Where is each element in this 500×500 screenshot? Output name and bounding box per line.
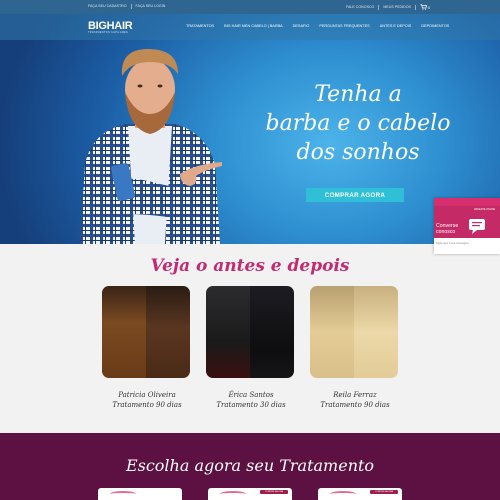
testimonial-caption: Patricia Oliveira Tratamento 90 dias [102,390,192,410]
chat-label-line: conosco [436,228,456,235]
buy-tag[interactable]: COMPRE AGORA [260,490,288,494]
after-photo [354,286,398,378]
cart-icon [420,4,427,10]
hero-title-line: Tenha a [314,82,402,107]
main-nav: BIGHAIR TRATAMENTOS CAPILARES TRATAMENTO… [0,14,500,40]
divider [378,4,380,10]
before-photo [310,286,354,378]
buy-tag[interactable]: COMPRE AGORA [370,490,398,494]
treatment-duration: Tratamento 90 dias [320,401,390,409]
testimonial-card: Patricia Oliveira Tratamento 90 dias [102,286,192,410]
after-photo [250,286,294,378]
before-photo [206,286,250,378]
before-after-title: Veja o antes e depois [150,256,350,276]
treatments-title: Escolha agora seu Tratamento [125,456,375,475]
treatment-card[interactable]: COMPRE AGORA [318,488,402,500]
chat-status: ARGENTE ONLINE [474,208,496,211]
testimonial-card: Érica Santos Tratamento 30 dias [206,286,296,410]
testimonial-card: Reila Ferraz Tratamento 90 dias [310,286,400,410]
testimonial-caption: Reila Ferraz Tratamento 90 dias [310,390,400,410]
divider [414,4,416,10]
nav-item-faq[interactable]: PERGUNTAS FREQUENTES [319,24,369,28]
nav-item-treatments[interactable]: TRATAMENTOS [186,24,214,28]
before-after-photo [310,286,398,378]
treatment-card[interactable] [98,488,182,500]
chat-header [434,198,500,206]
cart-count: 0 [427,4,431,10]
before-after-photo [206,286,294,378]
customer-name: Patricia Oliveira [118,391,176,399]
nav-item-testimonials[interactable]: DEPOIMENTOS [421,24,449,28]
testimonial-caption: Érica Santos Tratamento 30 dias [206,390,296,410]
before-after-photo [102,286,190,378]
treatment-card[interactable]: COMPRE AGORA [208,488,292,500]
chat-body: ARGENTE ONLINE Converse conosco [434,206,500,238]
logo-tagline: TRATAMENTOS CAPILARES [88,31,129,34]
nav-item-challenge[interactable]: DESAFIO [293,24,310,28]
chat-bubble-icon [469,219,485,234]
divider [130,4,132,9]
nav-menu: TRATAMENTOS BIG HAIR MEN CABELO | BARBA … [186,24,449,28]
nav-item-before-after[interactable]: ANTES E DEPOIS [380,24,412,28]
hero-title-line: dos sonhos [296,140,420,165]
chat-widget[interactable]: ARGENTE ONLINE Converse conosco Digite a… [434,198,500,254]
chat-label: Converse conosco [436,223,458,235]
signup-link[interactable]: FAÇA SEU CADASTRO [88,4,127,9]
logo[interactable]: BIGHAIR TRATAMENTOS CAPILARES [88,20,133,34]
product-image [330,491,356,497]
nav-item-bighair-men[interactable]: BIG HAIR MEN CABELO | BARBA [224,24,283,28]
treatment-duration: Tratamento 30 dias [216,401,286,409]
before-photo [102,286,146,378]
after-photo [146,286,190,378]
product-image [110,491,136,497]
top-bar: FAÇA SEU CADASTRO FAÇA SEU LOGIN FALE CO… [0,0,500,14]
treatment-duration: Tratamento 90 dias [112,401,182,409]
chat-input[interactable]: Digite aqui a sua mensagem [436,242,469,245]
hero-title: Tenha a barba e o cabelo dos sonhos [258,80,458,167]
product-image [220,491,246,497]
buy-now-button[interactable]: COMPRAR AGORA [306,188,404,202]
orders-link[interactable]: MEUS PEDIDOS [383,5,411,9]
cart-button[interactable]: 0 [420,4,430,10]
login-link[interactable]: FAÇA SEU LOGIN [136,4,166,9]
contact-link[interactable]: FALE CONOSCO [346,5,374,9]
customer-name: Reila Ferraz [333,391,377,399]
hero-title-line: barba e o cabelo [265,111,451,136]
customer-name: Érica Santos [228,391,274,399]
